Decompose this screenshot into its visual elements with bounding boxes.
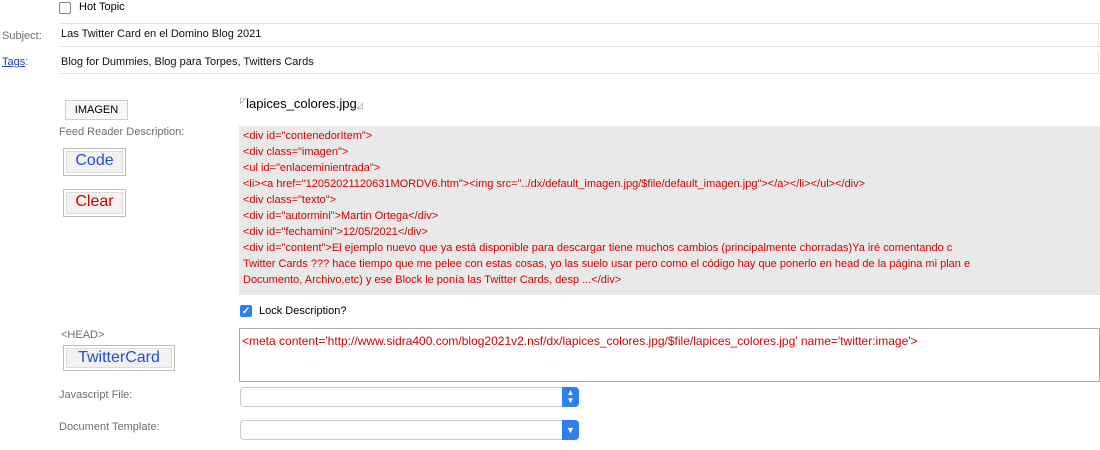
head-label: <HEAD> [61, 329, 105, 341]
subject-field-edge [1098, 24, 1099, 46]
code-line: <li><a href="12052021120631MORDV6.htm"><… [243, 178, 866, 190]
tags-link[interactable]: Tags [2, 56, 25, 68]
broken-image-icon-end: ◿ [356, 101, 363, 110]
javascript-file-select[interactable]: ▲ ▼ [240, 387, 579, 407]
lock-description-checkbox[interactable]: ✓ [240, 305, 252, 317]
javascript-file-value [241, 392, 245, 404]
tags-input[interactable]: Blog for Dummies, Blog para Torpes, Twit… [61, 56, 314, 68]
subject-label: Subject: [2, 30, 42, 42]
image-preview: ◸lapices_colores.jpg◿ [240, 96, 363, 111]
code-line: Documento, Archivo,etc) y ese Block le p… [243, 274, 622, 286]
clear-button-label: Clear [66, 192, 123, 214]
code-line: <ul id="enlaceminientrada"> [243, 162, 381, 174]
image-filename: lapices_colores.jpg [246, 96, 357, 111]
lock-description-label: Lock Description? [259, 305, 347, 317]
document-template-value [241, 425, 245, 437]
javascript-file-label: Javascript File: [59, 389, 133, 401]
code-line: Twitter Cards ??? hace tiempo que me pel… [243, 258, 971, 270]
imagen-button[interactable]: IMAGEN [65, 100, 128, 120]
code-button-label: Code [66, 151, 123, 173]
feed-reader-label: Feed Reader Description: [59, 126, 185, 138]
feed-reader-description-box[interactable]: <div id="contenedorItem"> <div class="im… [239, 126, 1100, 295]
hot-topic-checkbox[interactable] [59, 2, 71, 14]
hot-topic-label: Hot Topic [79, 1, 125, 13]
code-line: <div id="content">El ejemplo nuevo que y… [243, 242, 953, 254]
clear-button[interactable]: Clear [63, 189, 126, 217]
code-line: <div id="contenedorItem"> [243, 130, 373, 142]
code-line: <div class="imagen"> [243, 146, 349, 158]
document-template-label: Document Template: [59, 421, 160, 433]
twittercard-button-label: TwitterCard [66, 348, 172, 368]
divider [59, 46, 1100, 47]
divider [59, 23, 1100, 24]
divider [59, 73, 1100, 74]
updown-chevron-icon: ▲ ▼ [562, 387, 579, 407]
document-template-select[interactable]: ▼ [240, 420, 579, 440]
subject-input[interactable]: Las Twitter Card en el Domino Blog 2021 [61, 28, 261, 40]
code-button[interactable]: Code [63, 148, 126, 176]
tags-label: Tags: [2, 56, 29, 68]
code-line: <div class="texto"> [243, 194, 337, 206]
tags-field-edge [1098, 50, 1099, 74]
code-line: <div id="fechamini">12/05/2021</div> [243, 226, 428, 238]
chevron-down-icon: ▼ [562, 420, 579, 440]
code-line: <div id="autormini">Martin Ortega</div> [243, 210, 439, 222]
head-meta-input[interactable]: <meta content='http://www.sidra400.com/b… [239, 328, 1100, 382]
twittercard-button[interactable]: TwitterCard [63, 345, 175, 371]
